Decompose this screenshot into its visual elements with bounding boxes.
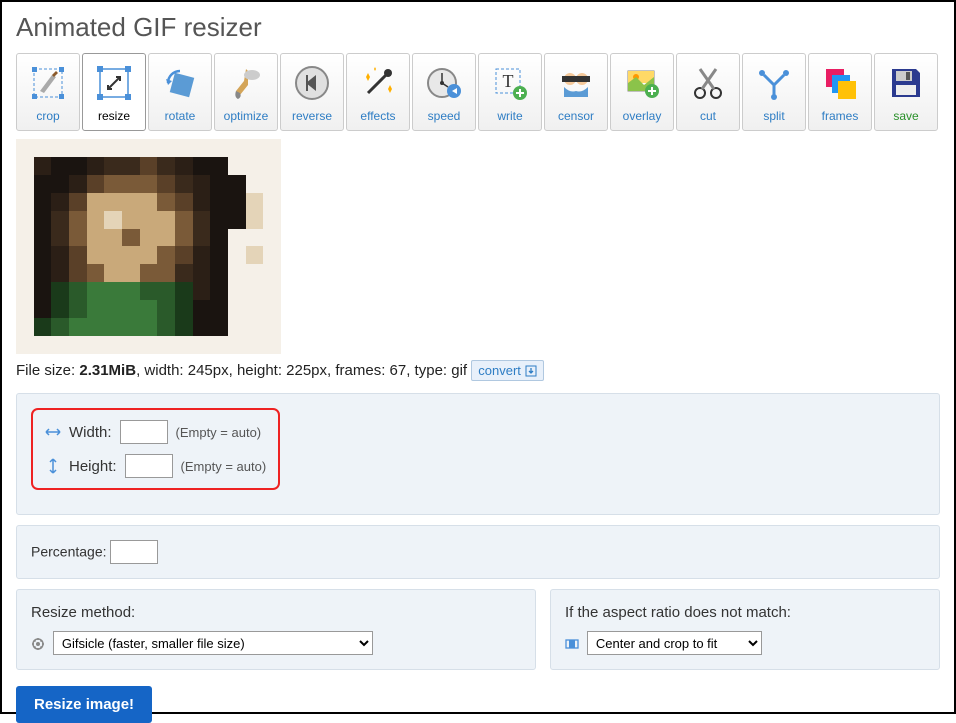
height-icon (45, 458, 61, 474)
write-icon: T (488, 61, 532, 105)
cut-icon (686, 61, 730, 105)
aspect-icon (565, 637, 579, 651)
percentage-panel: Percentage: (16, 525, 940, 579)
optimize-button[interactable]: optimize (214, 53, 278, 131)
width-label: Width: (69, 424, 112, 441)
resize-button[interactable]: resize (82, 53, 146, 131)
overlay-icon (620, 61, 664, 105)
aspect-select[interactable]: Center and crop to fit (587, 631, 762, 655)
tool-label: resize (98, 109, 130, 123)
aspect-panel: If the aspect ratio does not match: Cent… (550, 589, 940, 670)
preview-image (16, 139, 281, 354)
crop-icon (26, 61, 70, 105)
effects-icon (356, 61, 400, 105)
write-button[interactable]: T write (478, 53, 542, 131)
method-panel: Resize method: Gifsicle (faster, smaller… (16, 589, 536, 670)
rotate-button[interactable]: rotate (148, 53, 212, 131)
svg-text:T: T (503, 71, 514, 91)
reverse-icon (290, 61, 334, 105)
width-input[interactable] (120, 420, 168, 444)
width-hint: (Empty = auto) (176, 425, 262, 440)
aspect-label: If the aspect ratio does not match: (565, 604, 925, 621)
tool-label: save (893, 109, 918, 123)
split-icon (752, 61, 796, 105)
effects-button[interactable]: effects (346, 53, 410, 131)
resize-submit-button[interactable]: Resize image! (16, 686, 152, 723)
crop-button[interactable]: crop (16, 53, 80, 131)
dimensions-panel: Width: (Empty = auto) Height: (Empty = a… (16, 393, 940, 515)
dimensions-highlight: Width: (Empty = auto) Height: (Empty = a… (31, 408, 280, 490)
height-hint: (Empty = auto) (181, 459, 267, 474)
tool-label: speed (428, 109, 461, 123)
convert-button[interactable]: convert (471, 360, 544, 381)
tool-label: rotate (165, 109, 196, 123)
page-title: Animated GIF resizer (16, 12, 940, 43)
frames-icon (818, 61, 862, 105)
optimize-icon (224, 61, 268, 105)
tool-label: cut (700, 109, 716, 123)
gear-icon (31, 637, 45, 651)
overlay-button[interactable]: overlay (610, 53, 674, 131)
save-icon (884, 61, 928, 105)
frames-button[interactable]: frames (808, 53, 872, 131)
width-icon (45, 424, 61, 440)
tool-label: censor (558, 109, 594, 123)
tool-label: overlay (623, 109, 662, 123)
method-label: Resize method: (31, 604, 521, 621)
download-icon (525, 365, 537, 377)
cut-button[interactable]: cut (676, 53, 740, 131)
censor-icon (554, 61, 598, 105)
percentage-label: Percentage: (31, 544, 107, 560)
height-input[interactable] (125, 454, 173, 478)
height-label: Height: (69, 458, 117, 475)
resize-icon (92, 61, 136, 105)
tool-label: frames (822, 109, 859, 123)
method-select[interactable]: Gifsicle (faster, smaller file size) (53, 631, 373, 655)
tool-label: optimize (224, 109, 269, 123)
percentage-input[interactable] (110, 540, 158, 564)
speed-icon (422, 61, 466, 105)
reverse-button[interactable]: reverse (280, 53, 344, 131)
tool-label: crop (36, 109, 59, 123)
tool-label: write (497, 109, 522, 123)
tool-label: split (763, 109, 784, 123)
censor-button[interactable]: censor (544, 53, 608, 131)
toolbar: crop resize rotate optimize reverse effe… (16, 53, 940, 131)
tool-label: effects (360, 109, 395, 123)
rotate-icon (158, 61, 202, 105)
save-button[interactable]: save (874, 53, 938, 131)
file-info: File size: 2.31MiB, width: 245px, height… (16, 360, 940, 381)
speed-button[interactable]: speed (412, 53, 476, 131)
tool-label: reverse (292, 109, 332, 123)
split-button[interactable]: split (742, 53, 806, 131)
